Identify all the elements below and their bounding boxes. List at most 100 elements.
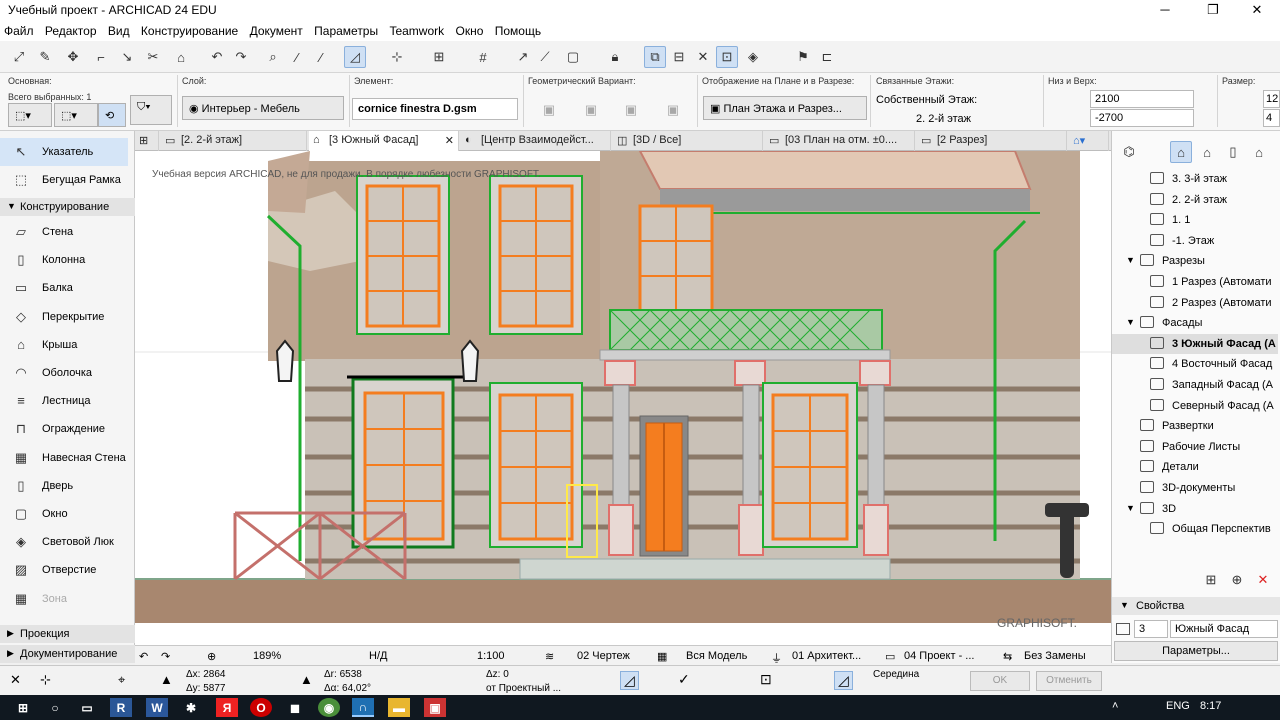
undo-icon[interactable]: ↶: [206, 46, 228, 68]
delta-y-value[interactable]: Δy: 5877: [186, 683, 225, 694]
project-map-icon[interactable]: ⌂: [1170, 141, 1192, 163]
trim-icon[interactable]: ✂: [142, 46, 164, 68]
top-elevation-field[interactable]: 2100: [1090, 90, 1194, 108]
menu-design[interactable]: Конструирование: [137, 21, 242, 38]
tool-pointer[interactable]: ↖ Указатель: [0, 138, 128, 166]
grid-snap-icon[interactable]: #: [472, 46, 494, 68]
delete-view-icon[interactable]: ✕: [1252, 569, 1274, 591]
clone-view-icon[interactable]: ⊕: [1226, 569, 1248, 591]
tool-railing[interactable]: ⊓ Ограждение: [0, 415, 128, 443]
layer-dropdown[interactable]: ◉ Интерьер - Мебель: [182, 96, 344, 120]
publish-icon[interactable]: ⊏: [816, 46, 838, 68]
navigator-item[interactable]: 2. 2-й этаж: [1112, 190, 1278, 210]
navigator-item[interactable]: Развертки: [1112, 416, 1278, 436]
tab-section[interactable]: ▭ [2 Разрез]: [917, 131, 1067, 151]
menu-options[interactable]: Параметры: [310, 21, 382, 38]
section-projection[interactable]: ▶ Проекция: [0, 625, 135, 643]
adjust-icon[interactable]: ↘: [116, 46, 138, 68]
navigator-item[interactable]: Общая Перспектив: [1112, 519, 1278, 539]
menu-file[interactable]: Файл: [0, 21, 38, 38]
navigator-item[interactable]: Рабочие Листы: [1112, 437, 1278, 457]
app-gear-icon[interactable]: ✱: [180, 698, 202, 717]
magic-wand-icon[interactable]: ⌂: [170, 46, 192, 68]
gravity-icon[interactable]: ⌖: [118, 672, 125, 688]
guide-lines-icon[interactable]: ⊹: [386, 46, 408, 68]
menu-view[interactable]: Вид: [104, 21, 134, 38]
tool-column[interactable]: ▯ Колонна: [0, 246, 128, 274]
chrome-icon[interactable]: ◉: [318, 698, 340, 717]
minimize-button[interactable]: ─: [1142, 0, 1188, 21]
delta-z-value[interactable]: Δz: 0: [486, 669, 509, 680]
delta-angle-value[interactable]: Δα: 64,02°: [324, 683, 371, 694]
navigator-item[interactable]: 1 Разрез (Автомати: [1112, 272, 1278, 292]
tool-zone[interactable]: ▦ Зона: [0, 585, 128, 613]
tab-layout[interactable]: ▭ [03 План на отм. ±0....: [765, 131, 915, 151]
eyedropper-icon[interactable]: ⁄: [286, 46, 308, 68]
tab-menu-icon[interactable]: ⌂▾: [1069, 131, 1109, 151]
tool-slab[interactable]: ◇ Перекрытие: [0, 303, 128, 331]
tool-opening[interactable]: ▨ Отверстие: [0, 556, 128, 584]
menu-edit[interactable]: Редактор: [41, 21, 101, 38]
geometry-variant-3-icon[interactable]: ▣: [620, 99, 642, 121]
tab-close-icon[interactable]: ✕: [445, 134, 454, 147]
new-view-icon[interactable]: ⊞: [1200, 569, 1222, 591]
check-icon[interactable]: ✓: [678, 671, 690, 688]
word-icon[interactable]: W: [146, 698, 168, 717]
geometry-variant-1-icon[interactable]: ▣: [538, 99, 560, 121]
app-red-icon[interactable]: ▣: [424, 698, 446, 717]
lock-icon[interactable]: 🔒︎: [604, 46, 626, 68]
navigator-item[interactable]: Детали: [1112, 457, 1278, 477]
dimension-value[interactable]: 04 Проект - ...: [904, 650, 974, 662]
tab-overview-icon[interactable]: ⊞: [135, 131, 159, 151]
navigator-item[interactable]: -1. Этаж: [1112, 231, 1278, 251]
geometry-variant-2-icon[interactable]: ▣: [580, 99, 602, 121]
publisher-icon[interactable]: ⌂: [1248, 141, 1270, 163]
menu-help[interactable]: Помощь: [491, 21, 545, 38]
tracker-icon[interactable]: ◿: [344, 46, 366, 68]
element-name-field[interactable]: cornice finestra D.gsm: [352, 98, 518, 120]
trace-icon[interactable]: ✕: [692, 46, 714, 68]
bottom-elevation-field[interactable]: -2700: [1090, 109, 1194, 127]
layer-icon[interactable]: ⧉: [644, 46, 666, 68]
expand-arrow-icon[interactable]: ▼: [1126, 255, 1135, 265]
tool-marquee[interactable]: ⬚ Бегущая Рамка: [0, 166, 128, 194]
redo-view-icon[interactable]: ↷: [161, 650, 170, 663]
layout-book-icon[interactable]: ▯: [1222, 141, 1244, 163]
snap-reference-icon[interactable]: ✕: [10, 672, 21, 688]
model-view-value[interactable]: Вся Модель: [686, 650, 747, 662]
navigator-item[interactable]: 3. 3-й этаж: [1112, 169, 1278, 189]
zoom-value[interactable]: 189%: [253, 650, 281, 662]
close-window-button[interactable]: ✕: [1234, 0, 1280, 21]
ok-button[interactable]: OK: [970, 671, 1030, 691]
menu-window[interactable]: Окно: [451, 21, 487, 38]
tool-shell[interactable]: ◠ Оболочка: [0, 359, 128, 387]
pick-up-icon[interactable]: ⤢: [8, 46, 30, 68]
view-map-icon[interactable]: ⌂: [1196, 141, 1218, 163]
snap-guides-icon[interactable]: ⊞: [428, 46, 450, 68]
move-icon[interactable]: ✥: [62, 46, 84, 68]
properties-header[interactable]: ▼ Свойства: [1112, 597, 1280, 615]
tray-arrow-icon[interactable]: ˄: [1112, 700, 1118, 712]
delta-r-value[interactable]: Δr: 6538: [324, 669, 362, 680]
tab-south-elevation[interactable]: ⌂ [3 Южный Фасад] ✕: [309, 131, 459, 151]
archicad-icon[interactable]: ∩: [352, 698, 374, 717]
yandex-icon[interactable]: Я: [216, 698, 238, 717]
size-a-field[interactable]: 12: [1263, 90, 1280, 108]
own-floor-value[interactable]: 2. 2-й этаж: [916, 113, 971, 125]
size-b-field[interactable]: 4: [1263, 109, 1280, 127]
tool-curtain-wall[interactable]: ▦ Навесная Стена: [0, 444, 128, 472]
syringe-icon[interactable]: ⁄: [310, 46, 332, 68]
app-r-icon[interactable]: R: [110, 698, 132, 717]
navigator-item[interactable]: ▼ Фасады: [1112, 313, 1278, 333]
navigator-item[interactable]: 3 Южный Фасад (А: [1112, 333, 1278, 354]
navigator-item[interactable]: 4 Восточный Фасад: [1112, 354, 1278, 374]
relative-construction-icon[interactable]: ⊹: [40, 672, 51, 688]
tool-door[interactable]: ▯ Дверь: [0, 472, 128, 500]
zoom-icon[interactable]: ⊕: [207, 650, 216, 663]
navigator-item[interactable]: ▼ 3D: [1112, 499, 1278, 519]
opera-icon[interactable]: O: [250, 698, 272, 717]
windows-start-icon[interactable]: ⊞: [12, 698, 34, 717]
navigator-item[interactable]: 3D-документы: [1112, 478, 1278, 498]
corner-icon[interactable]: ⌐: [90, 46, 112, 68]
snap-mode-value[interactable]: Середина: [873, 669, 919, 680]
